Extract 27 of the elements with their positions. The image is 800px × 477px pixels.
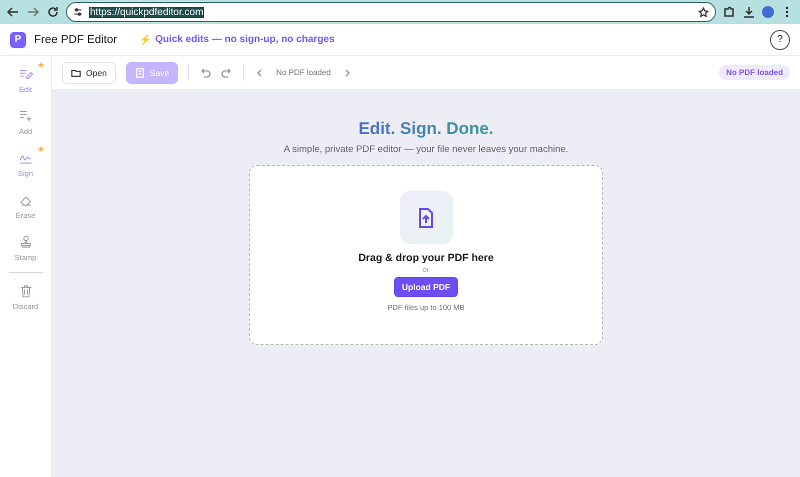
upload-button[interactable]: Upload PDF bbox=[394, 277, 458, 297]
address-bar[interactable]: https://quickpdfeditor.com bbox=[66, 2, 716, 22]
undo-icon[interactable] bbox=[199, 66, 212, 78]
help-button[interactable]: ? bbox=[770, 30, 790, 50]
status-badge: No PDF loaded bbox=[719, 65, 790, 80]
save-icon bbox=[134, 68, 145, 78]
profile-avatar[interactable] bbox=[762, 6, 774, 18]
app-title: Free PDF Editor bbox=[34, 34, 118, 46]
forward-icon[interactable] bbox=[26, 5, 40, 19]
hero-title: Edit. Sign. Done. bbox=[358, 119, 494, 139]
folder-icon bbox=[71, 68, 81, 78]
star-icon[interactable] bbox=[698, 6, 709, 18]
open-button[interactable]: Open bbox=[62, 62, 116, 84]
app-logo: P bbox=[10, 32, 26, 48]
page-status: No PDF loaded bbox=[276, 68, 331, 77]
back-icon[interactable] bbox=[6, 5, 20, 19]
lightning-icon: ⚡ bbox=[139, 34, 152, 46]
download-icon[interactable] bbox=[742, 5, 756, 19]
file-upload-icon bbox=[400, 191, 452, 244]
hero-subtitle: A simple, private PDF editor — your file never leaves your machine. bbox=[284, 144, 568, 155]
puzzle-icon[interactable] bbox=[722, 5, 736, 19]
drop-heading: Drag & drop your PDF here bbox=[358, 252, 494, 264]
tagline: Quick edits — no sign-up, no charges bbox=[155, 34, 335, 46]
site-settings-icon[interactable] bbox=[73, 7, 83, 17]
list-plus-icon bbox=[18, 108, 34, 124]
redo-icon[interactable] bbox=[221, 66, 234, 78]
reload-icon[interactable] bbox=[46, 5, 60, 19]
